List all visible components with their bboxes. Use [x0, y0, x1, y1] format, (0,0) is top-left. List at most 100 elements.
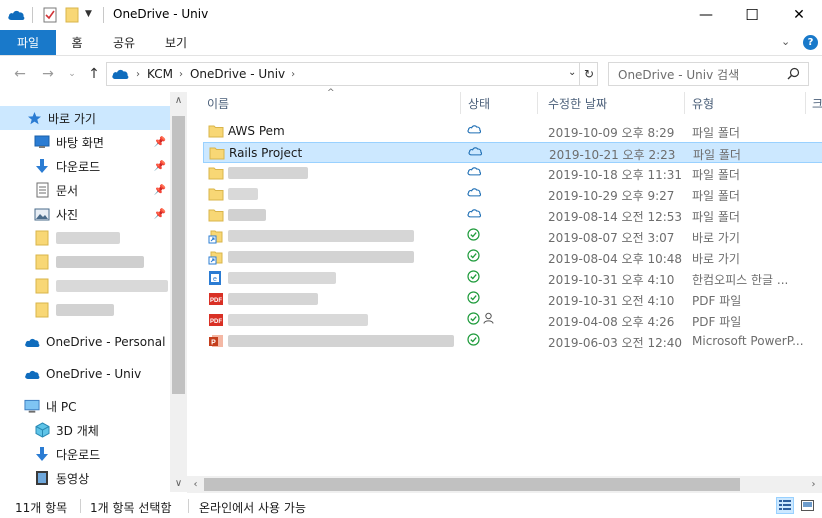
horizontal-scroll-thumb[interactable]	[204, 478, 740, 491]
tab-view[interactable]: 보기	[158, 30, 194, 55]
check-status-icon	[467, 249, 480, 265]
file-type: 파일 폴더	[692, 126, 740, 140]
check-status-icon	[467, 333, 480, 349]
address-history-dropdown-icon[interactable]: ⌄	[568, 67, 576, 78]
nav-scroll-thumb[interactable]	[172, 116, 185, 394]
breadcrumb-kcm[interactable]: KCM	[147, 67, 173, 81]
column-type[interactable]: 유형	[692, 95, 714, 112]
file-list-horizontal-scrollbar[interactable]: ‹ ›	[187, 476, 822, 493]
column-divider[interactable]	[460, 92, 461, 114]
shared-person-icon	[483, 312, 494, 327]
scroll-down-arrow-icon[interactable]: ∨	[170, 475, 187, 492]
address-bar[interactable]: › KCM › OneDrive - Univ › ⌄ ↻	[106, 62, 598, 86]
pin-icon[interactable]: 📌	[154, 185, 166, 196]
nav-3d-objects[interactable]: 3D 개체	[0, 418, 170, 442]
check-status-icon	[467, 312, 480, 328]
breadcrumb-onedrive-univ[interactable]: OneDrive - Univ	[190, 67, 285, 81]
column-size[interactable]: 크	[812, 95, 822, 112]
refresh-icon[interactable]: ↻	[579, 63, 598, 85]
file-row[interactable]: PDF 2019-10-31 오전 4:10 PDF 파일	[203, 289, 822, 310]
nav-documents[interactable]: 문서 📌	[0, 178, 170, 202]
recent-locations-chevron-icon[interactable]: ⌄	[62, 64, 82, 84]
scroll-right-arrow-icon[interactable]: ›	[805, 476, 822, 493]
file-date: 2019-10-31 오후 4:10	[548, 273, 675, 287]
expand-ribbon-icon[interactable]: ⌄	[781, 35, 790, 48]
file-date: 2019-06-03 오전 12:40	[548, 336, 683, 350]
navigation-pane: 바로 가기 바탕 화면 📌 다운로드 📌 문서 📌 사진 📌 OneDrive …	[0, 92, 187, 492]
nav-folder-redacted[interactable]	[0, 274, 170, 298]
nav-quick-access[interactable]: 바로 가기	[0, 106, 170, 130]
details-view-icon[interactable]	[776, 497, 794, 514]
up-arrow-icon[interactable]: ↑	[84, 64, 104, 84]
nav-onedrive-personal[interactable]: OneDrive - Personal	[0, 330, 170, 354]
help-label: ?	[807, 37, 814, 48]
file-type: 파일 폴더	[692, 210, 740, 224]
status-divider	[188, 499, 189, 513]
nav-folder-redacted[interactable]	[0, 298, 170, 322]
onedrive-app-icon[interactable]	[7, 6, 25, 24]
file-date: 2019-08-04 오후 10:48	[548, 252, 683, 266]
file-row-selected[interactable]: Rails Project 2019-10-21 오후 2:23 파일 폴더	[203, 142, 822, 163]
column-name[interactable]: 이름	[207, 95, 229, 112]
file-row[interactable]: 2019-08-14 오전 12:53 파일 폴더	[203, 205, 822, 226]
forward-arrow-icon[interactable]: →	[38, 64, 58, 84]
minimize-button[interactable]: —	[683, 0, 729, 30]
search-placeholder: OneDrive - Univ 검색	[618, 67, 740, 82]
tab-home[interactable]: 홈	[62, 30, 92, 55]
nav-desktop[interactable]: 바탕 화면 📌	[0, 130, 170, 154]
file-row[interactable]: P 2019-06-03 오전 12:40 Microsoft PowerP..…	[203, 331, 822, 352]
desktop-icon	[34, 134, 50, 150]
tab-file[interactable]: 파일	[0, 30, 56, 55]
file-row[interactable]: PDF 2019-04-08 오후 4:26 PDF 파일	[203, 310, 822, 331]
column-divider[interactable]	[684, 92, 685, 114]
file-row[interactable]: 2019-10-18 오후 11:31 파일 폴더	[203, 163, 822, 184]
file-row[interactable]: e 2019-10-31 오후 4:10 한컴오피스 한글 ...	[203, 268, 822, 289]
help-icon[interactable]: ?	[803, 35, 818, 50]
chevron-right-icon: ›	[178, 68, 183, 80]
pin-icon[interactable]: 📌	[154, 161, 166, 172]
nav-folder-redacted[interactable]	[0, 226, 170, 250]
nav-folder-redacted[interactable]	[0, 250, 170, 274]
properties-icon[interactable]	[41, 6, 59, 24]
redacted-file-name	[228, 188, 258, 200]
pin-icon[interactable]: 📌	[154, 137, 166, 148]
file-name: Rails Project	[229, 146, 303, 160]
window-title: OneDrive - Univ	[113, 7, 209, 21]
nav-downloads[interactable]: 다운로드 📌	[0, 154, 170, 178]
close-button[interactable]: ✕	[776, 0, 822, 30]
nav-pane-scrollbar[interactable]: ∧ ∨	[170, 92, 187, 492]
column-status[interactable]: 상태	[468, 95, 490, 112]
new-folder-icon[interactable]	[63, 6, 81, 24]
file-row[interactable]: 2019-08-07 오전 3:07 바로 가기	[203, 226, 822, 247]
nav-videos[interactable]: 동영상	[0, 466, 170, 490]
large-icons-view-icon[interactable]	[798, 497, 816, 514]
maximize-button[interactable]: ☐	[729, 0, 775, 30]
cloud-status-icon	[467, 165, 481, 180]
file-type: 한컴오피스 한글 ...	[692, 273, 789, 287]
column-divider[interactable]	[537, 92, 538, 114]
file-row[interactable]: 2019-10-29 오후 9:27 파일 폴더	[203, 184, 822, 205]
scroll-left-arrow-icon[interactable]: ‹	[187, 476, 204, 493]
pin-icon[interactable]: 📌	[154, 209, 166, 220]
file-row[interactable]: 2019-08-04 오후 10:48 바로 가기	[203, 247, 822, 268]
sort-ascending-icon: ^	[327, 88, 335, 98]
nav-label: OneDrive - Univ	[46, 367, 142, 381]
title-separator	[32, 7, 33, 23]
search-input[interactable]: OneDrive - Univ 검색	[608, 62, 809, 86]
nav-label: 바탕 화면	[56, 135, 104, 150]
folder-icon	[209, 145, 225, 161]
scroll-up-arrow-icon[interactable]: ∧	[170, 92, 187, 109]
tab-share[interactable]: 공유	[106, 30, 142, 55]
nav-onedrive-univ[interactable]: OneDrive - Univ	[0, 362, 170, 386]
file-row[interactable]: AWS Pem 2019-10-09 오후 8:29 파일 폴더	[203, 121, 822, 142]
computer-icon	[24, 398, 40, 414]
quick-access-toolbar-dropdown[interactable]: ▼	[85, 9, 92, 19]
back-arrow-icon[interactable]: ←	[10, 64, 30, 84]
nav-pictures[interactable]: 사진 📌	[0, 202, 170, 226]
column-date-modified[interactable]: 수정한 날짜	[548, 95, 607, 112]
nav-pc-downloads[interactable]: 다운로드	[0, 442, 170, 466]
nav-this-pc[interactable]: 내 PC	[0, 394, 170, 418]
file-type: 파일 폴더	[692, 189, 740, 203]
column-divider[interactable]	[805, 92, 806, 114]
pdf-icon: PDF	[208, 291, 224, 307]
